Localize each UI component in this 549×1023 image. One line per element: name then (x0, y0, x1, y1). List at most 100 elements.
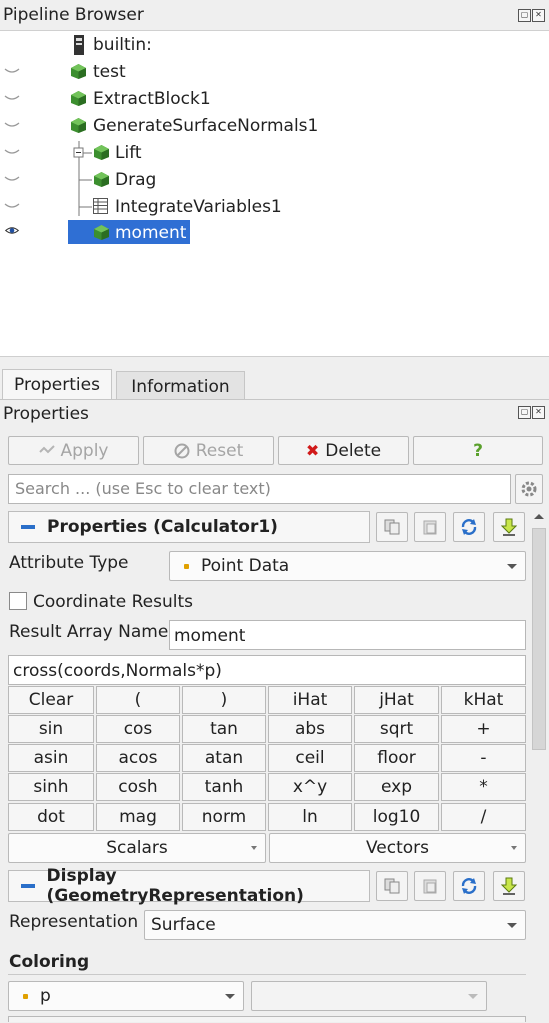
representation-value: Surface (151, 915, 216, 935)
save-default-display-button[interactable] (493, 871, 525, 901)
pipeline-item-integratevariables1[interactable]: IntegrateVariables1 (0, 194, 549, 220)
calc-button[interactable]: dot (8, 803, 94, 831)
pipeline-item-moment[interactable]: moment (0, 220, 549, 246)
green-cube-icon (71, 64, 86, 79)
calc-button[interactable]: x^y (268, 773, 352, 801)
calc-button[interactable]: exp (354, 773, 439, 801)
calc-button[interactable]: acos (96, 744, 180, 772)
scalars-label: Scalars (106, 838, 168, 858)
undock-icon[interactable]: ▢ (518, 406, 531, 419)
scrollbar-thumb[interactable] (532, 528, 546, 750)
calc-button[interactable]: sinh (8, 773, 94, 801)
pipeline-tree[interactable]: builtin: test ExtractBlock1 GenerateSurf… (0, 31, 549, 356)
eye-closed-icon[interactable] (4, 147, 20, 156)
result-array-name-input[interactable]: moment (169, 620, 526, 650)
delete-label: Delete (325, 440, 382, 461)
coloring-select[interactable]: p (8, 981, 244, 1011)
pipeline-item-generatesurfacenormals1[interactable]: GenerateSurfaceNormals1 (0, 113, 549, 139)
calc-button[interactable]: - (441, 744, 526, 772)
calc-button[interactable]: sin (8, 715, 94, 743)
point-data-icon (184, 563, 189, 569)
eye-closed-icon[interactable] (4, 93, 20, 102)
calc-button[interactable]: asin (8, 744, 94, 772)
calc-button[interactable]: * (441, 773, 526, 801)
refresh-icon (461, 519, 477, 535)
search-input[interactable]: Search ... (use Esc to clear text) (8, 474, 511, 504)
calc-button[interactable]: floor (354, 744, 439, 772)
pipeline-item-label: GenerateSurfaceNormals1 (93, 116, 319, 136)
calc-button[interactable]: iHat (268, 686, 352, 714)
coloring-component-select[interactable] (251, 981, 487, 1011)
pipeline-item-lift[interactable]: Lift (0, 140, 549, 166)
calc-button[interactable]: norm (182, 803, 266, 831)
pipeline-item-drag[interactable]: Drag (0, 167, 549, 193)
vectors-dropdown[interactable]: Vectors (269, 833, 526, 863)
reload-properties-button[interactable] (453, 512, 485, 542)
paste-display-button[interactable] (414, 871, 446, 901)
copy-icon (384, 878, 400, 894)
eye-closed-icon[interactable] (4, 66, 20, 75)
calc-button[interactable]: ) (182, 686, 266, 714)
green-cube-icon (71, 118, 86, 133)
representation-select[interactable]: Surface (144, 910, 526, 940)
advanced-settings-button[interactable] (515, 474, 543, 504)
green-cube-icon (94, 172, 109, 187)
section-header-properties[interactable]: Properties (Calculator1) (8, 511, 370, 543)
chevron-down-icon (468, 994, 478, 999)
server-icon (74, 35, 84, 55)
calc-button[interactable]: / (441, 803, 526, 831)
reset-button[interactable]: Reset (143, 436, 274, 465)
calc-button[interactable]: Clear (8, 686, 94, 714)
calc-button[interactable]: kHat (441, 686, 526, 714)
pipeline-item-extractblock1[interactable]: ExtractBlock1 (0, 86, 549, 112)
coordinate-results-checkbox[interactable] (9, 592, 27, 610)
calc-button[interactable]: atan (182, 744, 266, 772)
undock-icon[interactable]: ▢ (518, 9, 531, 22)
calc-button[interactable]: log10 (354, 803, 439, 831)
save-default-button[interactable] (493, 512, 525, 542)
copy-properties-button[interactable] (376, 512, 408, 542)
calc-button[interactable]: jHat (354, 686, 439, 714)
tab-properties[interactable]: Properties (2, 369, 112, 401)
calc-button[interactable]: ( (96, 686, 180, 714)
reload-display-button[interactable] (453, 871, 485, 901)
paste-properties-button[interactable] (414, 512, 446, 542)
scalars-dropdown[interactable]: Scalars (8, 833, 266, 863)
calc-button[interactable]: mag (96, 803, 180, 831)
calc-button[interactable]: sqrt (354, 715, 439, 743)
expression-input[interactable]: cross(coords,Normals*p) (8, 655, 526, 685)
scroll-up-arrow-icon[interactable] (534, 514, 544, 519)
eye-closed-icon[interactable] (4, 120, 20, 129)
properties-title: Properties (3, 404, 89, 424)
copy-display-button[interactable] (376, 871, 408, 901)
calc-button[interactable]: + (441, 715, 526, 743)
help-button[interactable]: ? (413, 436, 543, 465)
paste-icon (423, 520, 437, 535)
calc-button[interactable]: cosh (96, 773, 180, 801)
eye-closed-icon[interactable] (4, 174, 20, 183)
calc-button[interactable]: ceil (268, 744, 352, 772)
copy-icon (384, 519, 400, 535)
pipeline-item-label: ExtractBlock1 (93, 89, 211, 109)
pipeline-item-test[interactable]: test (0, 59, 549, 85)
eye-open-icon[interactable] (4, 226, 20, 235)
apply-button[interactable]: Apply (8, 436, 139, 465)
eye-closed-icon[interactable] (4, 201, 20, 210)
calc-button[interactable]: abs (268, 715, 352, 743)
coloring-toolbar-partial (8, 1016, 526, 1022)
delete-button[interactable]: ✖ Delete (278, 436, 409, 465)
delete-icon: ✖ (305, 441, 320, 460)
close-icon[interactable]: ✕ (532, 406, 545, 419)
apply-icon (38, 444, 55, 453)
calc-button[interactable]: ln (268, 803, 352, 831)
calc-button[interactable]: tanh (182, 773, 266, 801)
calc-button[interactable]: cos (96, 715, 180, 743)
tab-information[interactable]: Information (116, 371, 245, 401)
pipeline-dock-buttons: ▢ ✕ (518, 9, 545, 22)
panel-splitter[interactable] (0, 356, 549, 367)
calc-button[interactable]: tan (182, 715, 266, 743)
section-header-display[interactable]: Display (GeometryRepresentation) (8, 866, 370, 906)
close-icon[interactable]: ✕ (532, 9, 545, 22)
pipeline-item-builtin[interactable]: builtin: (0, 32, 549, 58)
attribute-type-select[interactable]: Point Data (169, 551, 526, 581)
